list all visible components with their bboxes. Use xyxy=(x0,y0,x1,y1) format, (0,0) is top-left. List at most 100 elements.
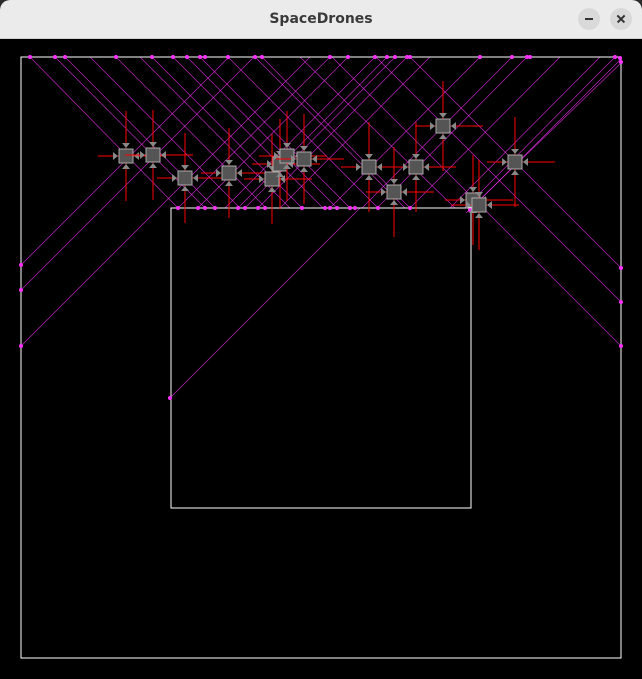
collision-point xyxy=(619,60,623,64)
collision-point xyxy=(328,55,332,59)
drone-body xyxy=(221,165,237,181)
thruster-right xyxy=(377,163,382,171)
collision-point xyxy=(198,55,202,59)
thruster-bottom xyxy=(300,167,308,172)
collision-point xyxy=(53,55,57,59)
collision-point xyxy=(613,55,617,59)
collision-point xyxy=(408,55,412,59)
thruster-left xyxy=(140,151,145,159)
collision-point xyxy=(373,55,377,59)
collision-point xyxy=(243,206,247,210)
thruster-right xyxy=(523,158,528,166)
collision-point xyxy=(226,55,230,59)
thruster-left xyxy=(502,158,507,166)
collision-point xyxy=(619,344,623,348)
thruster-top xyxy=(469,187,477,192)
collision-point xyxy=(185,55,189,59)
collision-point xyxy=(203,206,207,210)
trajectory-line xyxy=(29,56,179,209)
collision-point xyxy=(353,206,357,210)
thruster-top xyxy=(149,142,157,147)
collision-point xyxy=(196,206,200,210)
collision-point xyxy=(376,206,380,210)
thruster-left xyxy=(356,163,361,171)
drone-body xyxy=(296,151,312,167)
thruster-bottom xyxy=(439,134,447,139)
collision-point xyxy=(19,344,23,348)
trajectory-line xyxy=(169,207,361,399)
thruster-left xyxy=(460,196,465,204)
collision-point xyxy=(478,55,482,59)
title-bar[interactable]: SpaceDrones xyxy=(0,0,642,39)
thruster-left xyxy=(381,188,386,196)
collision-point xyxy=(528,55,532,59)
thruster-left xyxy=(430,122,435,130)
thruster-top xyxy=(225,160,233,165)
thruster-right xyxy=(237,169,242,177)
collision-point xyxy=(168,396,172,400)
thruster-left xyxy=(113,152,118,160)
drone-body xyxy=(408,159,424,175)
collision-point xyxy=(393,55,397,59)
thruster-right xyxy=(487,201,492,209)
trajectory-layer xyxy=(20,56,622,399)
thruster-bottom xyxy=(181,186,189,191)
collision-point xyxy=(335,206,339,210)
thruster-top xyxy=(300,146,308,151)
collision-point xyxy=(346,55,350,59)
collision-point xyxy=(256,206,260,210)
drone-body xyxy=(118,148,134,164)
thruster-bottom xyxy=(149,163,157,168)
collision-point xyxy=(213,206,217,210)
collision-point xyxy=(19,263,23,267)
collision-point xyxy=(171,55,175,59)
thruster-bottom xyxy=(225,181,233,186)
thruster-left xyxy=(259,175,264,183)
thruster-top xyxy=(439,113,447,118)
collision-point xyxy=(176,206,180,210)
collision-point xyxy=(619,266,623,270)
thruster-top xyxy=(511,149,519,154)
drone xyxy=(487,117,555,207)
thruster-right xyxy=(424,163,429,171)
collision-point xyxy=(28,55,32,59)
collision-point xyxy=(114,55,118,59)
thruster-right xyxy=(402,188,407,196)
collision-point xyxy=(150,55,154,59)
collision-point xyxy=(19,288,23,292)
thruster-bottom xyxy=(412,175,420,180)
thruster-bottom xyxy=(390,200,398,205)
collision-point xyxy=(260,55,264,59)
collision-point xyxy=(408,206,412,210)
collision-point xyxy=(253,55,257,59)
drone-body xyxy=(435,118,451,134)
collision-point xyxy=(63,55,67,59)
thruster-right xyxy=(134,152,139,160)
trajectory-line xyxy=(299,56,456,209)
drone-body xyxy=(264,171,280,187)
collision-point xyxy=(385,55,389,59)
collision-points-layer xyxy=(19,55,623,400)
simulation-canvas[interactable] xyxy=(0,39,642,679)
collision-point xyxy=(236,206,240,210)
thruster-bottom xyxy=(511,170,519,175)
collision-point xyxy=(300,206,304,210)
thruster-bottom xyxy=(475,213,483,218)
drone-body xyxy=(386,184,402,200)
trajectory-line xyxy=(20,56,311,347)
collision-point xyxy=(618,56,622,60)
thruster-top xyxy=(390,179,398,184)
trajectory-line xyxy=(464,56,616,209)
collision-point xyxy=(328,206,332,210)
outer-boundary xyxy=(20,56,622,659)
trajectory-line xyxy=(186,56,338,209)
thruster-top xyxy=(181,165,189,170)
drones-layer xyxy=(98,81,555,250)
close-button[interactable] xyxy=(610,8,632,30)
drone xyxy=(451,160,519,250)
thruster-left xyxy=(172,174,177,182)
collision-point xyxy=(348,206,352,210)
inner-obstacle xyxy=(170,207,472,509)
minimize-button[interactable] xyxy=(578,8,600,30)
thruster-left xyxy=(216,169,221,177)
